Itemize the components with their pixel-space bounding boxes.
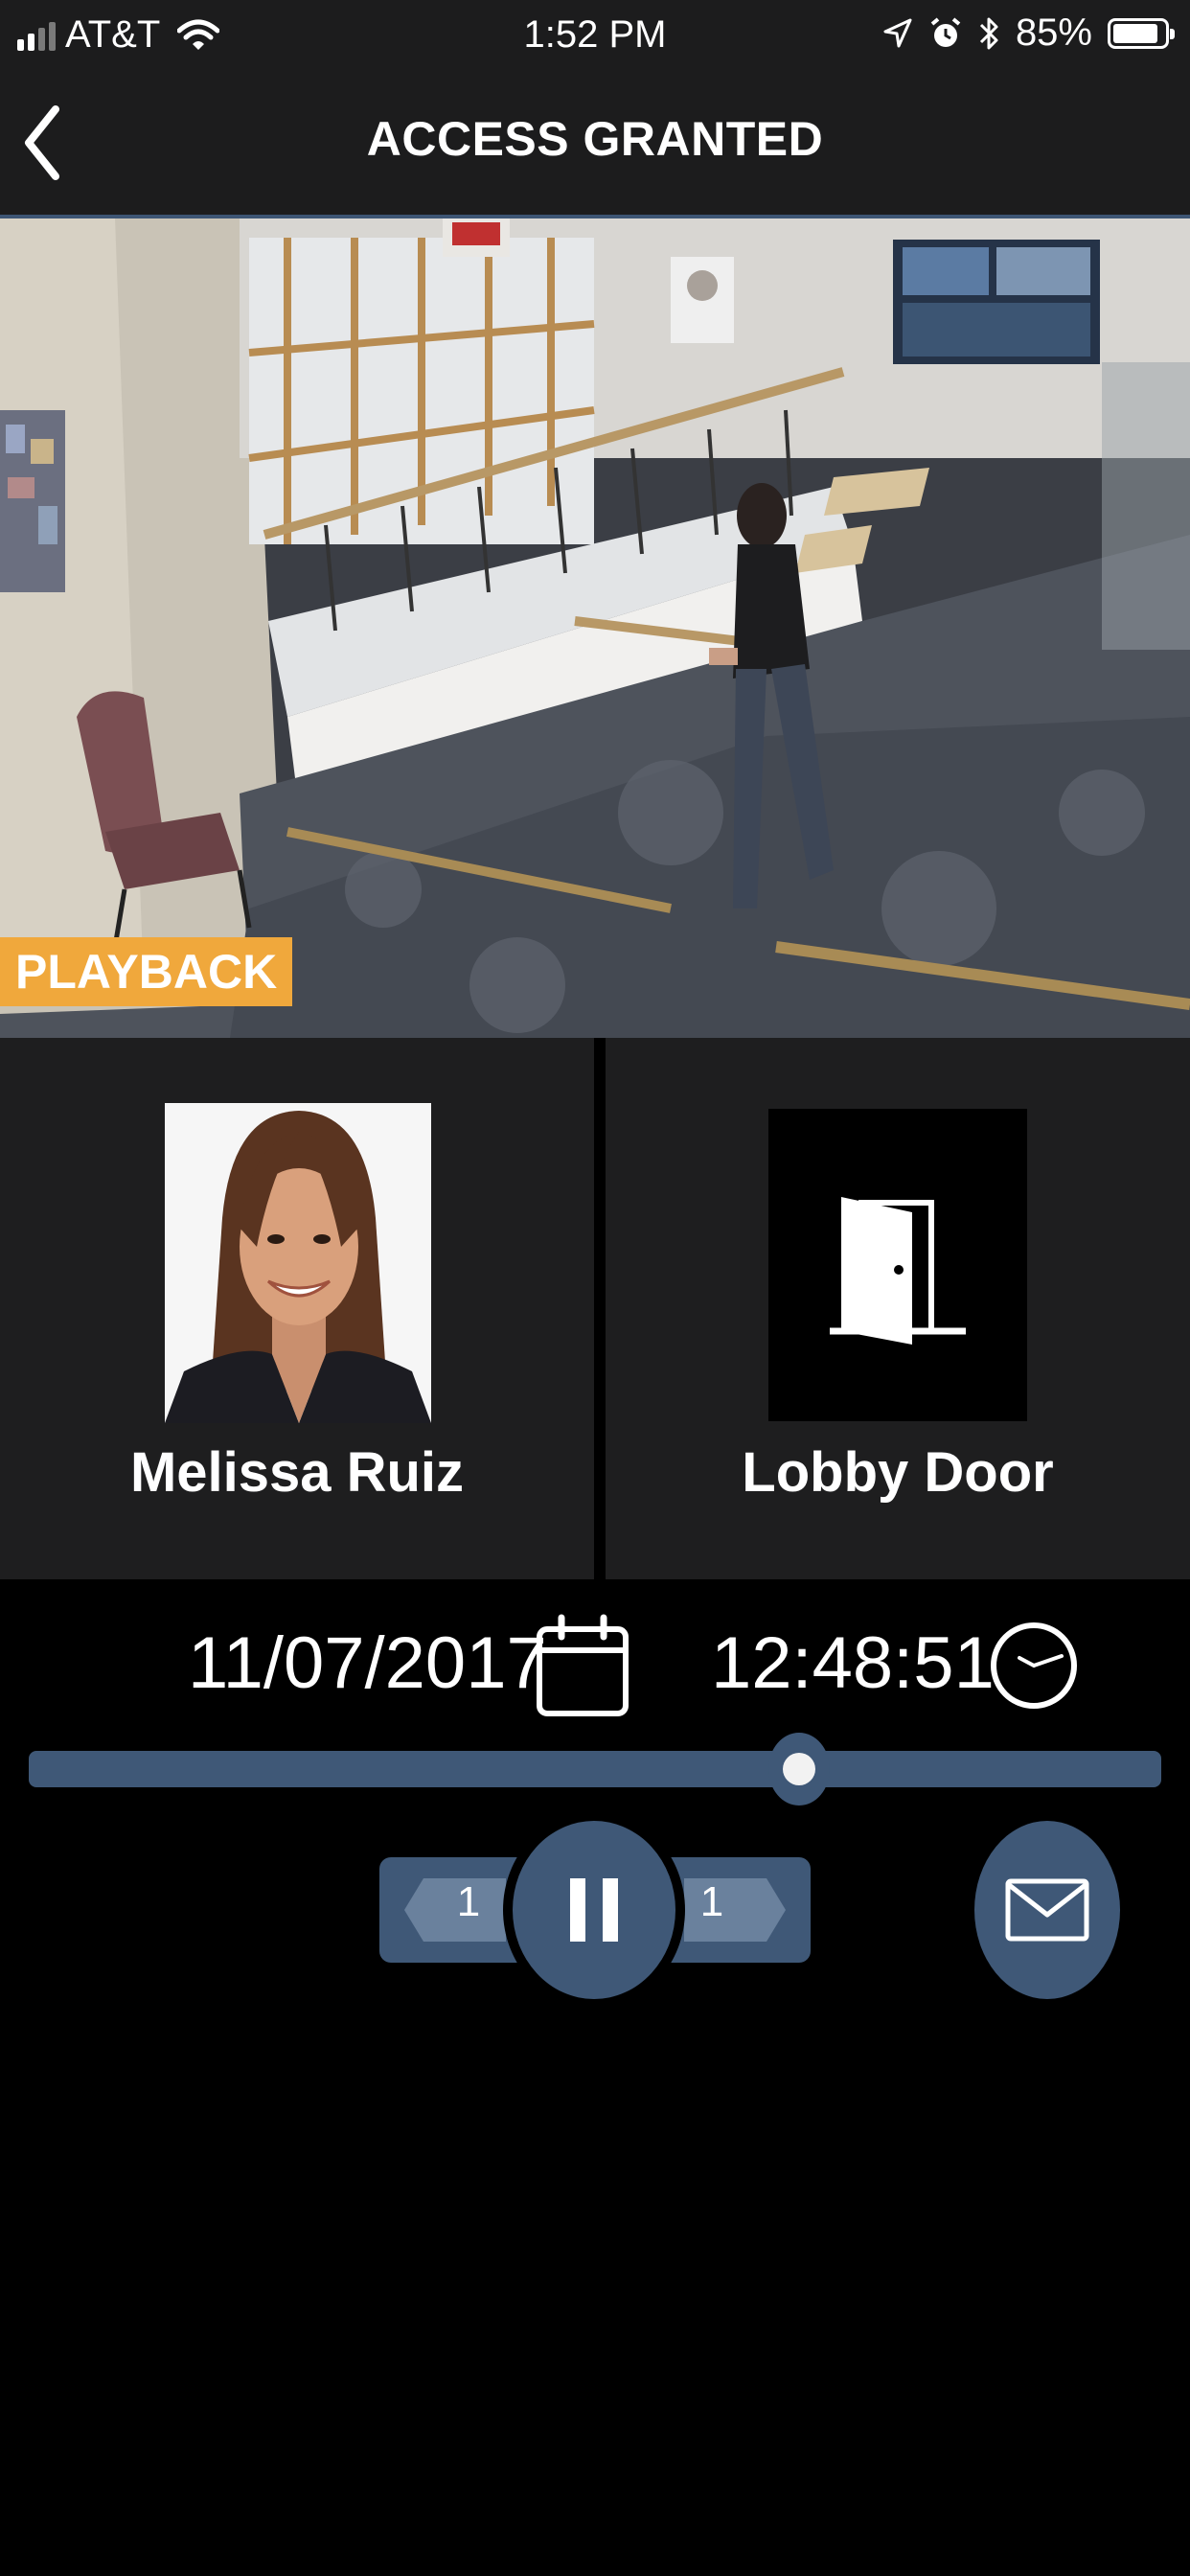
- person-panel[interactable]: Melissa Ruiz: [0, 1038, 594, 1579]
- playback-datetime: 11/07/2017 12:48:51: [0, 1579, 1190, 1742]
- door-panel[interactable]: Lobby Door: [606, 1038, 1190, 1579]
- status-right: 85%: [881, 12, 1175, 55]
- bluetooth-icon: [979, 17, 998, 49]
- clock-icon[interactable]: [987, 1614, 1081, 1717]
- step-forward-button[interactable]: 1: [673, 1857, 797, 1963]
- door-name: Lobby Door: [742, 1441, 1054, 1504]
- alarm-clock-icon: [930, 16, 961, 47]
- battery-icon: [1108, 17, 1175, 49]
- status-bar: AT&T 1:52 PM 85%: [0, 0, 1190, 69]
- door-icon: [830, 1197, 966, 1345]
- nav-bar: ACCESS GRANTED: [0, 69, 1190, 218]
- playback-time: 12:48:51: [711, 1622, 995, 1704]
- page-title: ACCESS GRANTED: [366, 112, 824, 166]
- playback-badge: PLAYBACK: [0, 937, 293, 1006]
- playback-controls: 1 1: [0, 1821, 1190, 2012]
- step-back-button[interactable]: 1: [393, 1857, 517, 1963]
- camera-video-frame: [0, 218, 1190, 1038]
- battery-percent: 85%: [1015, 12, 1092, 54]
- person-name: Melissa Ruiz: [129, 1441, 465, 1504]
- pause-icon: [570, 1878, 585, 1942]
- app: AT&T 1:52 PM 85% ACCESS GRANTED PLAYBACK…: [0, 0, 1190, 2576]
- calendar-icon[interactable]: [535, 1614, 630, 1717]
- email-button[interactable]: [974, 1821, 1120, 1999]
- pause-button[interactable]: [513, 1821, 675, 1999]
- door-icon-box: [768, 1109, 1027, 1421]
- person-photo: [165, 1103, 431, 1423]
- playback-date: 11/07/2017: [188, 1622, 547, 1704]
- mail-icon: [1005, 1878, 1089, 1942]
- camera-video-player[interactable]: PLAYBACK: [0, 218, 1190, 1038]
- event-info: Melissa Ruiz Lobby Door: [0, 1038, 1190, 1579]
- timeline-slider[interactable]: [29, 1733, 1161, 1806]
- timeline-slider-thumb[interactable]: [767, 1733, 830, 1806]
- location-arrow-icon: [883, 18, 912, 47]
